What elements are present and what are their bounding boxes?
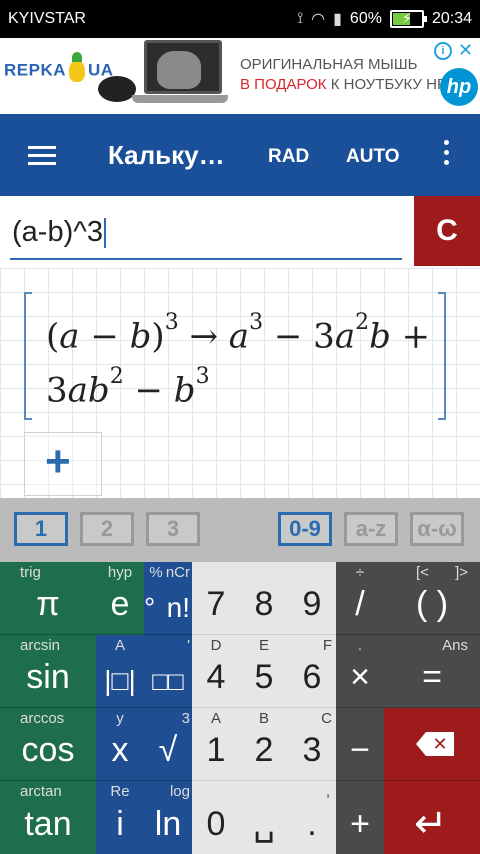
add-expression-button[interactable]: + bbox=[24, 432, 102, 496]
key-abs[interactable]: A |□| bbox=[96, 635, 144, 708]
key-8[interactable]: 8 bbox=[240, 562, 288, 635]
func-column-2: hyp e A |□| yx Re i bbox=[96, 562, 144, 854]
overflow-menu-icon[interactable] bbox=[438, 140, 454, 170]
text-cursor bbox=[103, 218, 106, 249]
work-area: (a-b)^3 C (a − b)3 → a3 − 3a2b + 3ab2 − … bbox=[0, 196, 480, 498]
key-multiply[interactable]: . × bbox=[336, 635, 384, 708]
key-enter[interactable]: ↵ bbox=[384, 781, 480, 854]
key-1[interactable]: A1 bbox=[192, 708, 240, 781]
battery-icon: ⚡ bbox=[389, 10, 427, 28]
expression-input[interactable]: (a-b)^3 bbox=[10, 210, 402, 260]
operator-column: ÷ / . × − + bbox=[336, 562, 384, 854]
ad-info-icon[interactable]: i bbox=[434, 42, 452, 60]
charging-icon: ⚡ bbox=[402, 10, 412, 26]
func-column-3: % nCr ° n! ' □□ 3 √ log ln bbox=[144, 562, 192, 854]
key-pi[interactable]: trig π bbox=[0, 562, 96, 635]
mouse-image bbox=[98, 76, 136, 102]
key-decimal[interactable]: ,. bbox=[288, 781, 336, 854]
ad-text-rest: К НОУТБУКУ HP! bbox=[326, 76, 452, 93]
key-equals[interactable]: Ans = bbox=[384, 635, 480, 708]
key-cos[interactable]: arccos cos bbox=[0, 708, 96, 781]
kb-tab-2[interactable]: 2 bbox=[80, 512, 134, 546]
control-column: [<]>( ) Ans = ✕ ↵ bbox=[384, 562, 480, 854]
laptop-screen bbox=[144, 40, 222, 94]
digit-pad: 7 8 9 D4 E5 F6 A1 B2 C3 0 ␣ ,. bbox=[192, 562, 336, 854]
key-2[interactable]: B2 bbox=[240, 708, 288, 781]
key-7[interactable]: 7 bbox=[192, 562, 240, 635]
laptop-image bbox=[132, 40, 228, 106]
key-9[interactable]: 9 bbox=[288, 562, 336, 635]
kb-tab-greek[interactable]: α-ω bbox=[410, 512, 464, 546]
ad-text-highlight: В ПОДАРОК bbox=[240, 76, 327, 93]
vibrate-icon: ⟟ bbox=[297, 10, 304, 27]
plus-icon: + bbox=[45, 437, 71, 486]
key-4[interactable]: D4 bbox=[192, 635, 240, 708]
backspace-icon: ✕ bbox=[416, 732, 454, 756]
ad-logo-text: REPKA bbox=[4, 60, 67, 80]
key-x[interactable]: yx bbox=[96, 708, 144, 781]
key-power[interactable]: ' □□ bbox=[144, 635, 192, 708]
key-minus[interactable]: − bbox=[336, 708, 384, 781]
status-icons: ⟟ ◠ ▮ 60% ⚡ 20:34 bbox=[297, 9, 472, 29]
clock: 20:34 bbox=[431, 10, 472, 27]
result-line-2: 3ab2 − b3 bbox=[46, 364, 210, 411]
key-space[interactable]: ␣ bbox=[240, 781, 288, 854]
laptop-base bbox=[132, 95, 228, 103]
kb-tab-latin[interactable]: a-z bbox=[344, 512, 398, 546]
key-ln[interactable]: log ln bbox=[144, 781, 192, 854]
angle-mode-button[interactable]: RAD bbox=[268, 146, 309, 168]
pineapple-icon bbox=[69, 52, 86, 82]
signal-icon: ▮ bbox=[333, 11, 342, 28]
key-e[interactable]: hyp e bbox=[96, 562, 144, 635]
key-parentheses[interactable]: [<]>( ) bbox=[384, 562, 480, 635]
keypad: trig π arcsin sin arccos cos arctan tan hyp e… bbox=[0, 562, 480, 854]
key-sin[interactable]: arcsin sin bbox=[0, 635, 96, 708]
keyboard-tabs: 1 2 3 0-9 a-z α-ω bbox=[0, 498, 480, 562]
app-title: Кальку… bbox=[108, 140, 225, 170]
enter-icon: ↵ bbox=[414, 802, 448, 846]
result-block[interactable]: (a − b)3 → a3 − 3a2b + 3ab2 − b3 bbox=[24, 292, 446, 420]
ad-banner[interactable]: REPKA UA ОРИГИНАЛЬНАЯ МЫШЬ В ПОДАРОК К НО… bbox=[0, 38, 480, 114]
key-0[interactable]: 0 bbox=[192, 781, 240, 854]
ad-logo: REPKA UA bbox=[4, 52, 114, 82]
hp-logo: hp bbox=[440, 68, 478, 106]
battery-percent: 60% bbox=[349, 10, 382, 27]
ad-text-line1: ОРИГИНАЛЬНАЯ МЫШЬ bbox=[240, 56, 418, 73]
ad-close-icon[interactable]: ✕ bbox=[458, 40, 473, 61]
key-tan[interactable]: arctan tan bbox=[0, 781, 96, 854]
key-3[interactable]: C3 bbox=[288, 708, 336, 781]
hamburger-menu-icon[interactable] bbox=[28, 146, 56, 166]
app-bar: Кальку… RAD AUTO bbox=[0, 114, 480, 196]
ad-text-line2: В ПОДАРОК К НОУТБУКУ HP! bbox=[240, 76, 451, 93]
eval-mode-button[interactable]: AUTO bbox=[346, 146, 399, 168]
carrier-name: KYIVSTAR bbox=[8, 10, 86, 27]
key-5[interactable]: E5 bbox=[240, 635, 288, 708]
clear-button[interactable]: C bbox=[414, 196, 480, 266]
key-i[interactable]: Re i bbox=[96, 781, 144, 854]
status-bar: KYIVSTAR ⟟ ◠ ▮ 60% ⚡ 20:34 bbox=[0, 0, 480, 38]
key-plus[interactable]: + bbox=[336, 781, 384, 854]
kb-tab-1[interactable]: 1 bbox=[14, 512, 68, 546]
kb-tab-3[interactable]: 3 bbox=[146, 512, 200, 546]
key-degree[interactable]: % nCr ° n! bbox=[144, 562, 192, 635]
expression-input-text: (a-b)^3 bbox=[12, 216, 103, 248]
key-6[interactable]: F6 bbox=[288, 635, 336, 708]
func-column: trig π arcsin sin arccos cos arctan tan bbox=[0, 562, 96, 854]
wifi-icon: ◠ bbox=[311, 11, 326, 28]
key-sqrt[interactable]: 3 √ bbox=[144, 708, 192, 781]
key-divide[interactable]: ÷ / bbox=[336, 562, 384, 635]
cat-image bbox=[157, 51, 201, 89]
kb-tab-digits[interactable]: 0-9 bbox=[278, 512, 332, 546]
key-backspace[interactable]: ✕ bbox=[384, 708, 480, 781]
result-line-1: (a − b)3 → a3 − 3a2b + bbox=[46, 310, 431, 357]
input-row: (a-b)^3 C bbox=[0, 196, 480, 268]
